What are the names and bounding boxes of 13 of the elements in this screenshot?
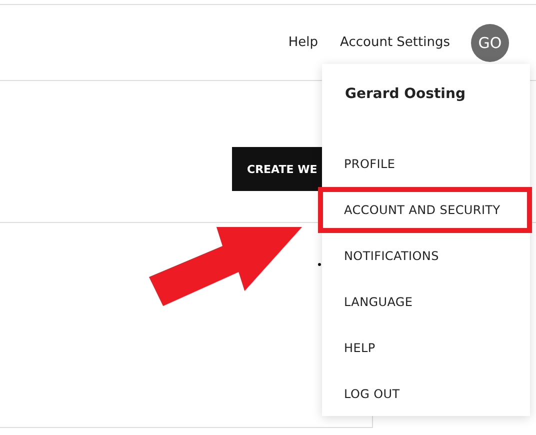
- user-name: Gerard Oosting: [345, 86, 466, 102]
- arrow-icon: [149, 227, 302, 307]
- menu-item[interactable]: NOTIFICATIONS: [322, 233, 530, 279]
- menu-item[interactable]: ACCOUNT AND SECURITY: [318, 187, 532, 233]
- header-link[interactable]: Account Settings: [340, 35, 450, 50]
- create-website-button[interactable]: CREATE WE: [232, 147, 322, 191]
- menu-item[interactable]: LOG OUT: [322, 371, 530, 417]
- menu-item[interactable]: PROFILE: [322, 141, 530, 187]
- menu-item[interactable]: LANGUAGE: [322, 279, 530, 325]
- menu-item[interactable]: HELP: [322, 325, 530, 371]
- header-link[interactable]: Help: [288, 35, 318, 50]
- avatar-button[interactable]: GO: [471, 24, 509, 62]
- dot-icon: [318, 263, 321, 266]
